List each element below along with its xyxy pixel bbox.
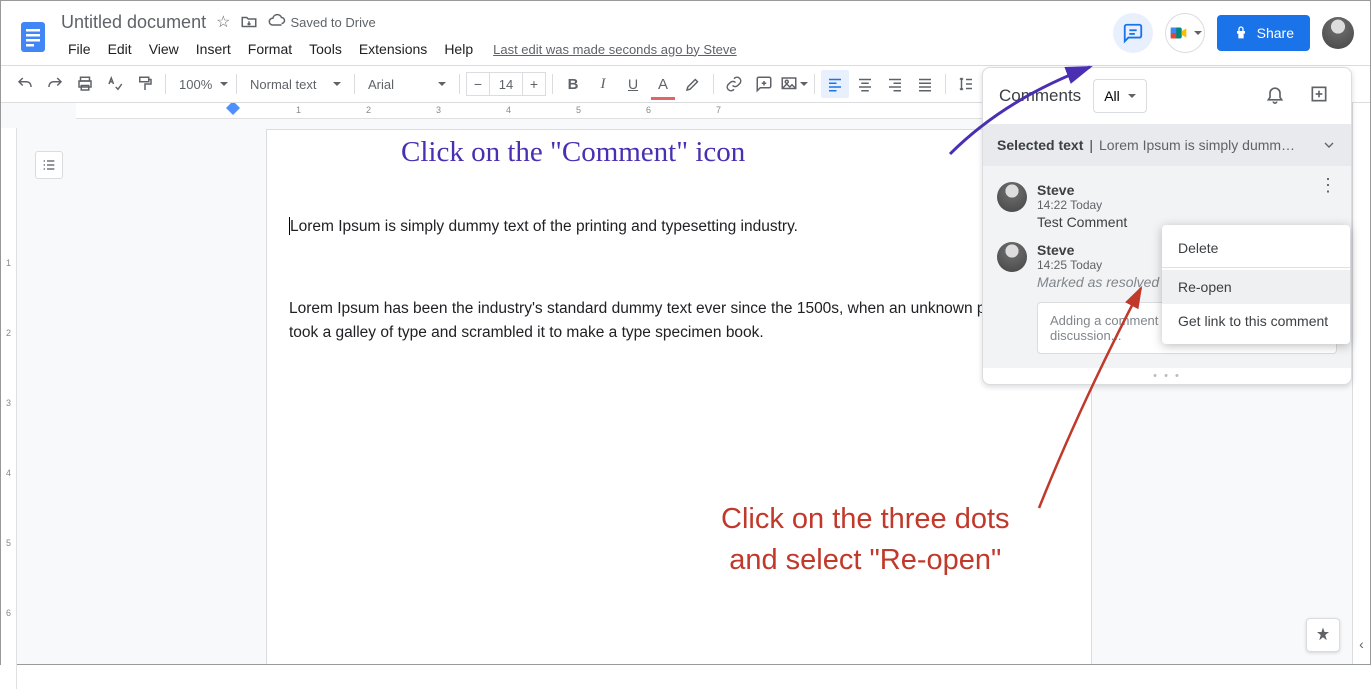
insert-image-icon[interactable] (780, 70, 808, 98)
chevron-down-icon (1321, 137, 1337, 153)
docs-logo-icon[interactable] (13, 17, 53, 57)
ctx-get-link[interactable]: Get link to this comment (1162, 304, 1350, 338)
undo-icon[interactable] (11, 70, 39, 98)
font-size-increase[interactable]: + (522, 72, 546, 96)
share-label: Share (1257, 25, 1294, 41)
text-color-icon[interactable]: A (649, 70, 677, 98)
paint-format-icon[interactable] (131, 70, 159, 98)
new-comment-icon[interactable] (1303, 78, 1335, 115)
commenter-name: Steve (1037, 182, 1337, 198)
align-right-icon[interactable] (881, 70, 909, 98)
commenter-avatar (997, 242, 1027, 272)
italic-icon[interactable]: I (589, 70, 617, 98)
font-size-decrease[interactable]: − (466, 72, 490, 96)
bold-icon[interactable]: B (559, 70, 587, 98)
insert-link-icon[interactable] (720, 70, 748, 98)
paragraph-style-dropdown[interactable]: Normal text (243, 71, 348, 97)
underline-icon[interactable]: U (619, 70, 647, 98)
menu-file[interactable]: File (61, 38, 98, 60)
zoom-value: 100% (179, 77, 212, 92)
style-value: Normal text (250, 77, 316, 92)
document-outline-icon[interactable] (35, 151, 63, 179)
menu-tools[interactable]: Tools (302, 38, 349, 60)
comments-panel-title: Comments (999, 86, 1081, 106)
redo-icon[interactable] (41, 70, 69, 98)
font-size-value[interactable]: 14 (490, 72, 522, 96)
font-dropdown[interactable]: Arial (361, 71, 453, 97)
font-value: Arial (368, 77, 394, 92)
menu-view[interactable]: View (142, 38, 186, 60)
doc-title[interactable]: Untitled document (61, 12, 206, 33)
paragraph-2[interactable]: Lorem Ipsum has been the industry's stan… (289, 297, 1021, 345)
line-spacing-icon[interactable] (952, 70, 980, 98)
ctx-delete[interactable]: Delete (1162, 231, 1350, 265)
selected-text-bar[interactable]: Selected text | Lorem Ipsum is simply du… (983, 124, 1351, 166)
menu-edit[interactable]: Edit (101, 38, 139, 60)
move-icon[interactable] (240, 13, 258, 31)
panel-drag-handle[interactable]: • • • (983, 368, 1351, 384)
meet-button[interactable] (1165, 13, 1205, 53)
explore-button[interactable] (1306, 618, 1340, 652)
add-comment-icon[interactable] (750, 70, 778, 98)
menu-extensions[interactable]: Extensions (352, 38, 434, 60)
comments-filter-dropdown[interactable]: All (1093, 79, 1147, 113)
comment-history-icon[interactable] (1113, 13, 1153, 53)
account-avatar[interactable] (1322, 17, 1354, 49)
align-justify-icon[interactable] (911, 70, 939, 98)
menu-format[interactable]: Format (241, 38, 299, 60)
commenter-avatar (997, 182, 1027, 212)
highlight-icon[interactable] (679, 70, 707, 98)
paragraph-1[interactable]: Lorem Ipsum is simply dummy text of the … (289, 215, 1021, 239)
print-icon[interactable] (71, 70, 99, 98)
align-center-icon[interactable] (851, 70, 879, 98)
saved-label: Saved to Drive (290, 15, 375, 30)
zoom-dropdown[interactable]: 100% (172, 71, 230, 97)
side-panel-collapsed: ‹ (1352, 103, 1370, 664)
menu-help[interactable]: Help (437, 38, 480, 60)
align-left-icon[interactable] (821, 70, 849, 98)
comment-context-menu: Delete Re-open Get link to this comment (1162, 225, 1350, 344)
menu-bar: File Edit View Insert Format Tools Exten… (61, 33, 1113, 61)
share-button[interactable]: Share (1217, 15, 1310, 51)
selected-label: Selected text (997, 137, 1083, 153)
cloud-saved-status[interactable]: Saved to Drive (268, 13, 375, 31)
star-icon[interactable]: ☆ (216, 12, 230, 32)
menu-insert[interactable]: Insert (189, 38, 238, 60)
expand-side-panel-icon[interactable]: ‹ (1359, 636, 1364, 652)
document-page[interactable]: Lorem Ipsum is simply dummy text of the … (266, 129, 1092, 664)
comment-more-icon[interactable]: ⋮ (1319, 180, 1337, 190)
filter-value: All (1104, 88, 1120, 104)
comment-time: 14:22 Today (1037, 198, 1337, 212)
last-edit-link[interactable]: Last edit was made seconds ago by Steve (493, 42, 737, 57)
title-bar: Untitled document ☆ Saved to Drive File … (1, 1, 1370, 65)
font-size-control: − 14 + (466, 72, 546, 96)
selected-preview: Lorem Ipsum is simply dumm… (1099, 137, 1315, 153)
ctx-reopen[interactable]: Re-open (1162, 270, 1350, 304)
notifications-icon[interactable] (1259, 78, 1291, 115)
spellcheck-icon[interactable] (101, 70, 129, 98)
